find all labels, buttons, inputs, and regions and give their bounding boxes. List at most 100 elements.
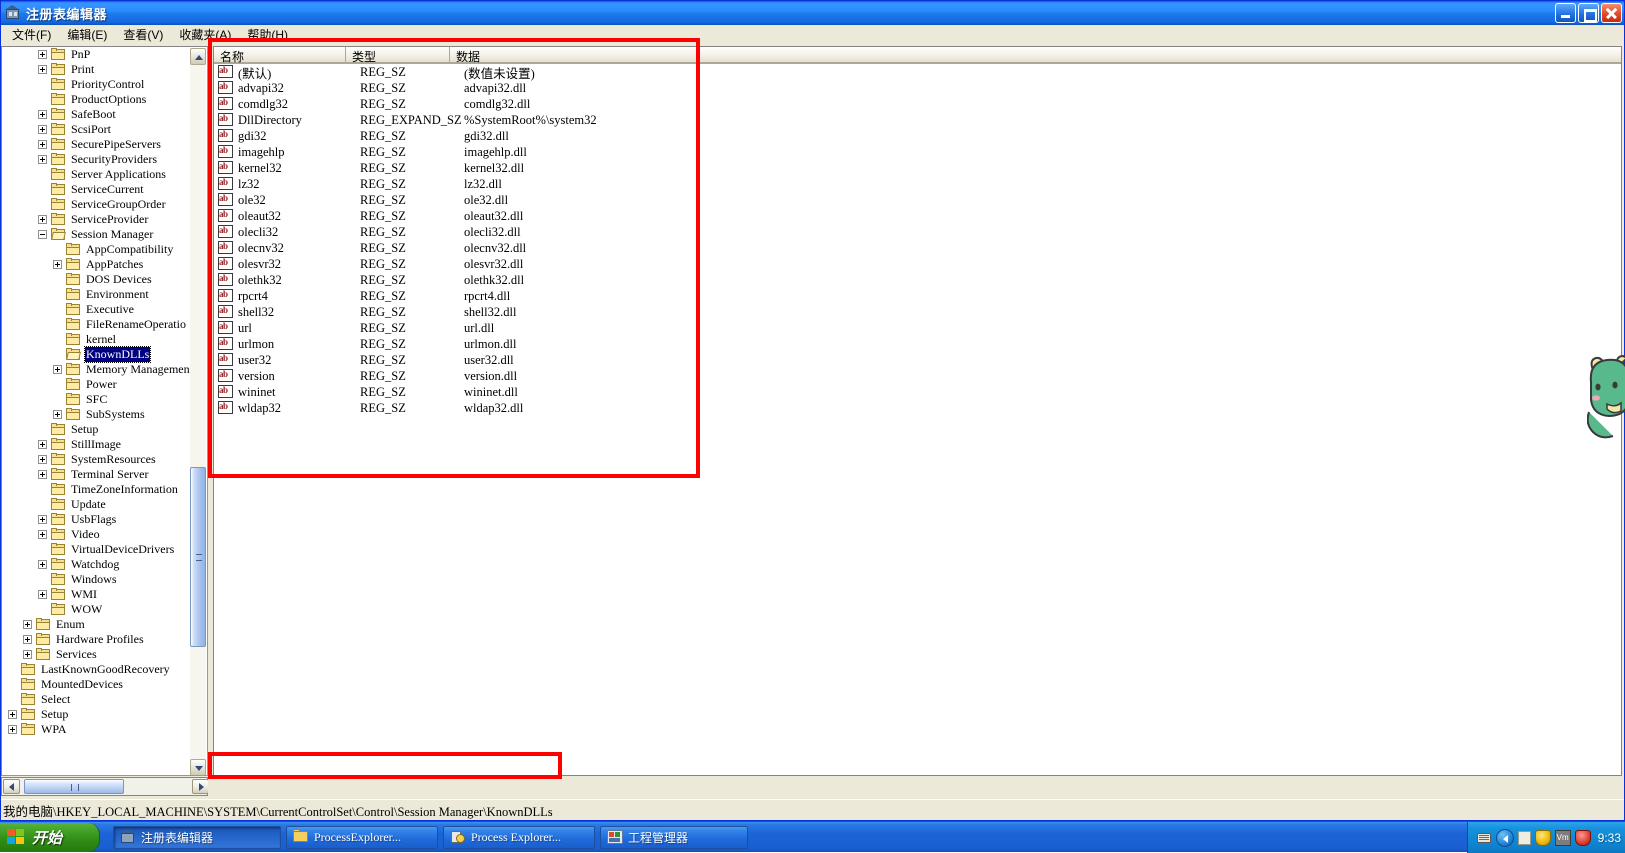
- expand-node-icon[interactable]: [38, 125, 47, 134]
- tree-node[interactable]: PriorityControl: [2, 77, 190, 92]
- tree-node[interactable]: Windows: [2, 572, 190, 587]
- tree-node[interactable]: Server Applications: [2, 167, 190, 182]
- tree-node[interactable]: ServiceProvider: [2, 212, 190, 227]
- table-row[interactable]: ab wldap32 REG_SZ wldap32.dll: [214, 400, 1621, 416]
- tree-node[interactable]: Terminal Server: [2, 467, 190, 482]
- tree-node[interactable]: Setup: [2, 707, 190, 722]
- yellow-shield-icon[interactable]: [1534, 829, 1551, 846]
- table-row[interactable]: ab oleaut32 REG_SZ oleaut32.dll: [214, 208, 1621, 224]
- table-row[interactable]: ab olesvr32 REG_SZ olesvr32.dll: [214, 256, 1621, 272]
- taskbar-button[interactable]: 注册表编辑器: [113, 825, 281, 849]
- table-row[interactable]: ab DllDirectory REG_EXPAND_SZ %SystemRoot%\…: [214, 112, 1621, 128]
- table-row[interactable]: ab imagehlp REG_SZ imagehlp.dll: [214, 144, 1621, 160]
- tree-node[interactable]: AppCompatibility: [2, 242, 190, 257]
- tree-node[interactable]: Executive: [2, 302, 190, 317]
- tree-horizontal-scrollbar[interactable]: [1, 777, 209, 796]
- menu-edit[interactable]: 编辑(E): [59, 24, 115, 46]
- column-header-type[interactable]: 类型: [346, 47, 450, 64]
- tree-node[interactable]: Update: [2, 497, 190, 512]
- expand-node-icon[interactable]: [38, 215, 47, 224]
- column-header-data[interactable]: 数据: [450, 47, 1621, 64]
- expand-node-icon[interactable]: [38, 530, 47, 539]
- tree-node[interactable]: Watchdog: [2, 557, 190, 572]
- tree-hscroll-thumb[interactable]: [24, 779, 124, 794]
- expand-node-icon[interactable]: [23, 620, 32, 629]
- keyboard-icon[interactable]: [1476, 830, 1492, 846]
- expand-node-icon[interactable]: [8, 725, 17, 734]
- tree-node[interactable]: Services: [2, 647, 190, 662]
- table-row[interactable]: ab wininet REG_SZ wininet.dll: [214, 384, 1621, 400]
- table-row[interactable]: ab comdlg32 REG_SZ comdlg32.dll: [214, 96, 1621, 112]
- table-row[interactable]: ab lz32 REG_SZ lz32.dll: [214, 176, 1621, 192]
- tree-scroll-up-button[interactable]: [190, 48, 206, 65]
- registry-tree[interactable]: PnP Print PriorityControl ProductOptions Saf…: [2, 47, 190, 747]
- table-row[interactable]: ab user32 REG_SZ user32.dll: [214, 352, 1621, 368]
- tree-node[interactable]: WMI: [2, 587, 190, 602]
- tree-node[interactable]: StillImage: [2, 437, 190, 452]
- tree-node[interactable]: ScsiPort: [2, 122, 190, 137]
- tree-node[interactable]: SubSystems: [2, 407, 190, 422]
- expand-node-icon[interactable]: [23, 650, 32, 659]
- table-row[interactable]: ab advapi32 REG_SZ advapi32.dll: [214, 80, 1621, 96]
- table-row[interactable]: ab olecnv32 REG_SZ olecnv32.dll: [214, 240, 1621, 256]
- system-clock[interactable]: 9:33: [1598, 831, 1621, 845]
- tree-node[interactable]: SecurePipeServers: [2, 137, 190, 152]
- expand-node-icon[interactable]: [38, 515, 47, 524]
- tree-node[interactable]: Environment: [2, 287, 190, 302]
- tree-node[interactable]: Power: [2, 377, 190, 392]
- table-row[interactable]: ab olecli32 REG_SZ olecli32.dll: [214, 224, 1621, 240]
- minimize-button[interactable]: [1555, 3, 1576, 23]
- tree-node[interactable]: PnP: [2, 47, 190, 62]
- expand-node-icon[interactable]: [38, 110, 47, 119]
- tree-node[interactable]: LastKnownGoodRecovery: [2, 662, 190, 677]
- expand-node-icon[interactable]: [38, 50, 47, 59]
- table-row[interactable]: ab (默认) REG_SZ (数值未设置): [214, 64, 1621, 81]
- expand-node-icon[interactable]: [23, 635, 32, 644]
- tree-node[interactable]: Enum: [2, 617, 190, 632]
- collapse-node-icon[interactable]: [38, 230, 47, 239]
- tree-node[interactable]: UsbFlags: [2, 512, 190, 527]
- tree-node[interactable]: ProductOptions: [2, 92, 190, 107]
- start-button[interactable]: 开始: [0, 822, 100, 852]
- tree-node[interactable]: ServiceGroupOrder: [2, 197, 190, 212]
- red-shield-icon[interactable]: [1574, 829, 1591, 846]
- tree-node[interactable]: SystemResources: [2, 452, 190, 467]
- expand-node-icon[interactable]: [53, 365, 62, 374]
- menu-view[interactable]: 查看(V): [115, 24, 171, 46]
- tree-node[interactable]: Setup: [2, 422, 190, 437]
- expand-node-icon[interactable]: [38, 65, 47, 74]
- tree-node[interactable]: ServiceCurrent: [2, 182, 190, 197]
- tree-node[interactable]: Video: [2, 527, 190, 542]
- tree-scroll-thumb[interactable]: [190, 467, 206, 647]
- tree-scroll-left-button[interactable]: [3, 779, 20, 794]
- tree-node[interactable]: SecurityProviders: [2, 152, 190, 167]
- tree-node[interactable]: AppPatches: [2, 257, 190, 272]
- expand-node-icon[interactable]: [38, 140, 47, 149]
- tree-node[interactable]: Memory Management: [2, 362, 190, 377]
- menu-file[interactable]: 文件(F): [4, 24, 59, 46]
- tree-node[interactable]: VirtualDeviceDrivers: [2, 542, 190, 557]
- blank-document-icon[interactable]: [1517, 830, 1531, 845]
- tree-node[interactable]: SafeBoot: [2, 107, 190, 122]
- tree-node[interactable]: FileRenameOperatio: [2, 317, 190, 332]
- tree-node[interactable]: KnownDLLs: [2, 346, 190, 363]
- taskbar-button[interactable]: 工程管理器: [600, 825, 748, 849]
- table-row[interactable]: ab ole32 REG_SZ ole32.dll: [214, 192, 1621, 208]
- chevron-left-icon[interactable]: [1495, 828, 1514, 847]
- table-row[interactable]: ab urlmon REG_SZ urlmon.dll: [214, 336, 1621, 352]
- taskbar-button[interactable]: ProcessExplorer...: [286, 825, 438, 849]
- maximize-restore-button[interactable]: [1578, 3, 1599, 23]
- expand-node-icon[interactable]: [8, 710, 17, 719]
- expand-node-icon[interactable]: [38, 470, 47, 479]
- tree-node[interactable]: WPA: [2, 722, 190, 737]
- tree-node[interactable]: Session Manager: [2, 227, 190, 242]
- expand-node-icon[interactable]: [38, 590, 47, 599]
- tree-node[interactable]: DOS Devices: [2, 272, 190, 287]
- menu-favorites[interactable]: 收藏夹(A): [171, 24, 239, 46]
- taskbar-button[interactable]: Process Explorer...: [443, 825, 595, 849]
- close-button[interactable]: [1601, 3, 1622, 23]
- tree-node[interactable]: kernel: [2, 332, 190, 347]
- tree-node[interactable]: Select: [2, 692, 190, 707]
- table-row[interactable]: ab gdi32 REG_SZ gdi32.dll: [214, 128, 1621, 144]
- expand-node-icon[interactable]: [53, 260, 62, 269]
